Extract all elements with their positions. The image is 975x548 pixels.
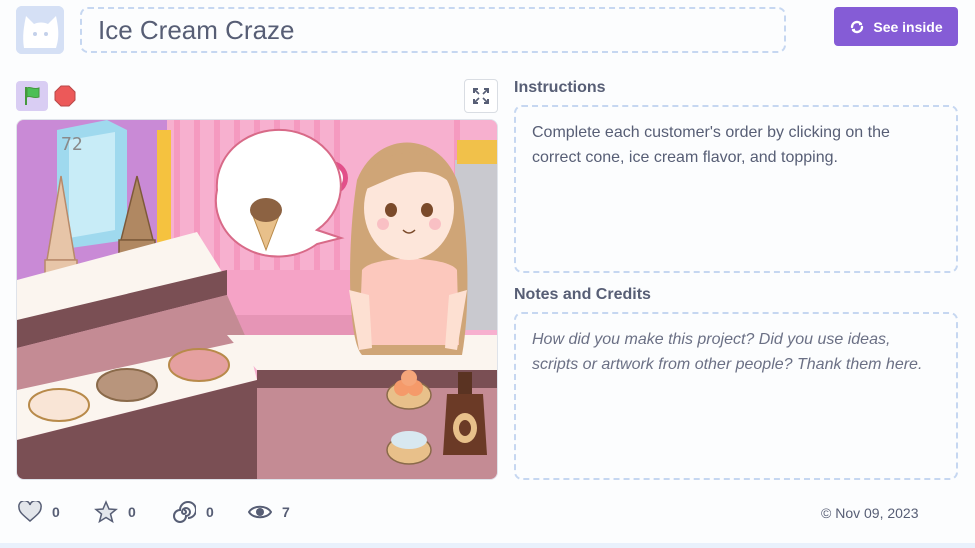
- views-stat: 7: [248, 498, 290, 526]
- see-inside-label: See inside: [873, 18, 943, 35]
- ice-cream-shop-scene: 72: [17, 120, 497, 479]
- project-title-field[interactable]: Ice Cream Craze: [80, 7, 786, 53]
- remix-stat: 0: [172, 498, 214, 526]
- favorite-count: 0: [128, 504, 136, 520]
- eye-icon: [248, 505, 272, 519]
- footer-strip: [0, 543, 975, 548]
- remix-count: 0: [206, 504, 214, 520]
- notes-credits-box[interactable]: How did you make this project? Did you u…: [514, 312, 958, 480]
- fullscreen-icon: [473, 88, 489, 104]
- share-date: © Nov 09, 2023: [821, 505, 919, 521]
- instructions-box[interactable]: Complete each customer's order by clicki…: [514, 105, 958, 273]
- stop-button[interactable]: [53, 84, 77, 108]
- instructions-heading: Instructions: [514, 79, 606, 96]
- project-stage[interactable]: 72: [16, 119, 498, 480]
- instructions-text: Complete each customer's order by clicki…: [532, 124, 890, 166]
- green-flag-icon: [25, 86, 40, 105]
- remix-arrows-icon: [851, 20, 864, 33]
- notes-placeholder: How did you make this project? Did you u…: [532, 331, 923, 373]
- green-flag-button[interactable]: [16, 81, 48, 111]
- author-avatar[interactable]: [16, 6, 64, 54]
- love-stat[interactable]: 0: [18, 498, 60, 526]
- see-inside-button[interactable]: See inside: [834, 7, 958, 46]
- star-icon: [94, 500, 118, 524]
- love-count: 0: [52, 504, 60, 520]
- notes-heading: Notes and Credits: [514, 286, 651, 303]
- heart-icon: [18, 501, 42, 522]
- views-count: 7: [282, 504, 290, 520]
- favorite-stat[interactable]: 0: [94, 498, 136, 526]
- remix-swirl-icon: [173, 501, 196, 523]
- fullscreen-button[interactable]: [464, 79, 498, 113]
- cat-avatar-icon: [16, 6, 64, 54]
- stop-sign-icon: [54, 85, 76, 107]
- score-text: 72: [61, 134, 83, 155]
